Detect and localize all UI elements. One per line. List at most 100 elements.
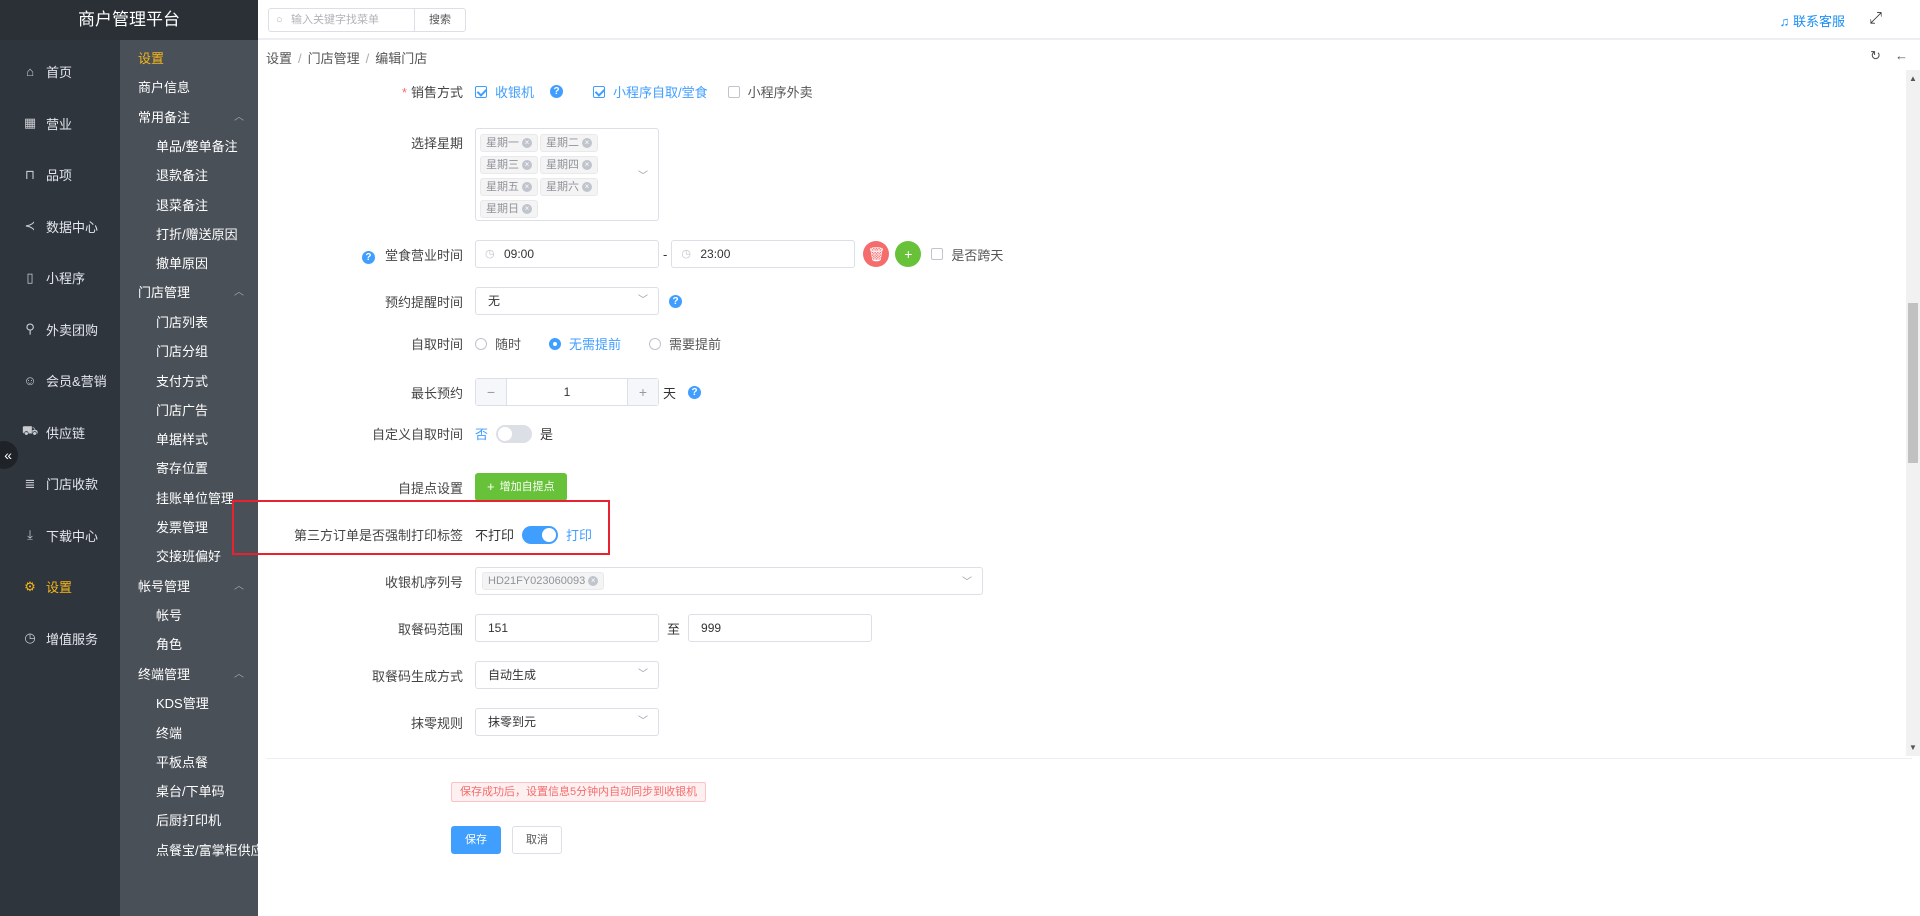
nav2-item[interactable]: KDS管理: [120, 689, 258, 718]
nav2-item[interactable]: 帐号: [120, 601, 258, 630]
add-time-button[interactable]: +: [895, 241, 922, 267]
checkbox-checked[interactable]: [475, 85, 487, 98]
close-icon[interactable]: ×: [522, 182, 532, 193]
nav2-item[interactable]: 打折/赠送原因: [120, 220, 258, 249]
close-icon[interactable]: ×: [522, 204, 532, 215]
fullscreen-icon[interactable]: ⤢: [1869, 10, 1882, 28]
nav2-item[interactable]: 点餐宝/富掌柜供应: [120, 836, 258, 865]
reminder-select[interactable]: 无 ﹀: [475, 287, 659, 315]
nav2-item[interactable]: 平板点餐: [120, 748, 258, 777]
radio-checked[interactable]: [549, 337, 562, 350]
option-miniprogram-pickup[interactable]: 小程序自取/堂食: [593, 82, 708, 101]
nav-label: 品项: [46, 168, 73, 184]
breadcrumb-item[interactable]: 设置: [266, 51, 292, 66]
scrollbar-thumb[interactable]: [1908, 303, 1918, 463]
checkbox-unchecked[interactable]: [727, 85, 740, 98]
nav-item-members[interactable]: ☺ 会员&营销: [0, 355, 120, 407]
nav-item-home[interactable]: ⌂ 首页: [0, 46, 120, 98]
nav2-item[interactable]: 撤单原因: [120, 249, 258, 278]
nav2-item[interactable]: 后厨打印机: [120, 806, 258, 835]
pos-serial-select[interactable]: HD21FY023060093 × ﹀: [475, 567, 983, 595]
checkbox-checked[interactable]: [593, 85, 606, 98]
help-icon[interactable]: ?: [550, 85, 564, 98]
close-icon[interactable]: ×: [582, 160, 592, 171]
radio-no-advance[interactable]: 无需提前: [549, 334, 621, 353]
nav-item-delivery[interactable]: ⚲ 外卖团购: [0, 304, 120, 356]
start-time-input[interactable]: ◷ 09:00: [475, 240, 659, 268]
end-time-input[interactable]: ◷ 23:00: [671, 240, 856, 268]
radio-need-advance[interactable]: 需要提前: [649, 334, 721, 353]
nav2-item[interactable]: 单品/整单备注: [120, 132, 258, 161]
scroll-down-icon[interactable]: ▼: [1909, 743, 1917, 752]
tag-text: 星期日: [486, 203, 519, 215]
nav2-item[interactable]: 角色: [120, 630, 258, 659]
weekday-multiselect[interactable]: 星期一 × 星期二 × 星期三 × 星期四 × 星期五 × 星期六 × 星期日 × ﹀: [475, 128, 659, 221]
nav2-group-store-mgmt[interactable]: 门店管理 ︿: [120, 278, 258, 308]
nav-item-business[interactable]: ▦ 营业: [0, 98, 120, 150]
nav-item-payments[interactable]: ≣ 门店收款: [0, 458, 120, 510]
nav2-item[interactable]: 寄存位置: [120, 454, 258, 483]
custom-pickup-toggle[interactable]: [496, 424, 533, 443]
nav2-item[interactable]: 终端: [120, 719, 258, 748]
nav-item-data-center[interactable]: ≺ 数据中心: [0, 201, 120, 253]
meal-code-to-input[interactable]: 999: [688, 614, 873, 642]
save-button[interactable]: 保存: [451, 826, 501, 854]
contact-service-link[interactable]: ♫ 联系客服: [1780, 11, 1845, 30]
sync-notice: 保存成功后，设置信息5分钟内自动同步到收银机: [451, 782, 707, 802]
form-scrollbar[interactable]: ▲ ▼: [1906, 70, 1920, 756]
nav2-item[interactable]: 退款备注: [120, 161, 258, 190]
close-icon[interactable]: ×: [522, 160, 532, 171]
search-button[interactable]: 搜索: [414, 8, 466, 32]
cross-day-option[interactable]: 是否跨天: [931, 245, 1003, 264]
nav-item-miniprogram[interactable]: ▯ 小程序: [0, 252, 120, 304]
meal-code-mode-select[interactable]: 自动生成 ﹀: [475, 661, 659, 689]
option-pos[interactable]: 收银机: [475, 82, 534, 101]
nav2-item[interactable]: 门店列表: [120, 308, 258, 337]
select-value: 抹零到元: [488, 715, 537, 729]
breadcrumb-item[interactable]: 门店管理: [308, 51, 360, 66]
radio-anytime[interactable]: 随时: [475, 334, 521, 353]
close-icon[interactable]: ×: [522, 138, 532, 149]
cancel-button[interactable]: 取消: [512, 826, 562, 854]
delete-time-button[interactable]: 🗑: [863, 241, 890, 267]
stepper-value[interactable]: 1: [506, 379, 628, 405]
nav2-item[interactable]: 桌台/下单码: [120, 777, 258, 806]
close-icon[interactable]: ×: [588, 576, 599, 587]
arrow-left-icon[interactable]: ←: [1895, 48, 1908, 63]
refresh-icon[interactable]: ↻: [1870, 48, 1881, 63]
increment-button[interactable]: +: [628, 379, 658, 405]
max-booking-stepper[interactable]: − 1 +: [475, 378, 659, 406]
topbar: ○ 输入关键字找菜单 搜索 ♫ 联系客服 ⤢: [258, 0, 1920, 40]
help-icon[interactable]: ?: [361, 250, 375, 264]
nav2-item[interactable]: 单据样式: [120, 425, 258, 454]
nav-item-products[interactable]: ⊓ 品项: [0, 149, 120, 201]
decrement-button[interactable]: −: [476, 379, 506, 405]
meal-code-from-input[interactable]: 151: [475, 614, 659, 642]
radio-unchecked[interactable]: [475, 337, 487, 350]
nav2-item[interactable]: 支付方式: [120, 367, 258, 396]
menu-search-input[interactable]: ○ 输入关键字找菜单: [268, 8, 414, 32]
meal-code-mode-label: 取餐码生成方式: [371, 668, 463, 684]
close-icon[interactable]: ×: [582, 182, 592, 193]
radio-unchecked[interactable]: [649, 337, 662, 350]
help-icon[interactable]: ?: [688, 385, 702, 399]
nav2-item[interactable]: 门店分组: [120, 337, 258, 366]
add-pickup-point-button[interactable]: + 增加自提点: [475, 473, 567, 501]
scroll-up-icon[interactable]: ▲: [1909, 74, 1917, 83]
checkbox-unchecked[interactable]: [931, 248, 944, 260]
nav-item-value-added[interactable]: ◷ 增值服务: [0, 613, 120, 665]
close-icon[interactable]: ×: [582, 138, 592, 149]
help-icon[interactable]: ?: [669, 294, 682, 308]
nav2-item[interactable]: 退菜备注: [120, 191, 258, 220]
nav2-item[interactable]: 门店广告: [120, 396, 258, 425]
nav2-group-common-notes[interactable]: 常用备注 ︿: [120, 103, 258, 133]
nav-item-downloads[interactable]: ⤓ 下载中心: [0, 510, 120, 562]
option-miniprogram-delivery[interactable]: 小程序外卖: [727, 82, 813, 101]
nav-item-supply[interactable]: ⛟ 供应链: [0, 407, 120, 459]
nav2-merchant-info[interactable]: 商户信息: [120, 73, 258, 103]
rounding-select[interactable]: 抹零到元 ﹀: [475, 708, 659, 736]
nav-item-settings[interactable]: ⚙ 设置: [0, 561, 120, 613]
nav2-group-account-mgmt[interactable]: 帐号管理 ︿: [120, 572, 258, 602]
custom-pickup-label: 自定义自取时间: [371, 427, 463, 442]
nav2-group-terminal-mgmt[interactable]: 终端管理 ︿: [120, 660, 258, 690]
